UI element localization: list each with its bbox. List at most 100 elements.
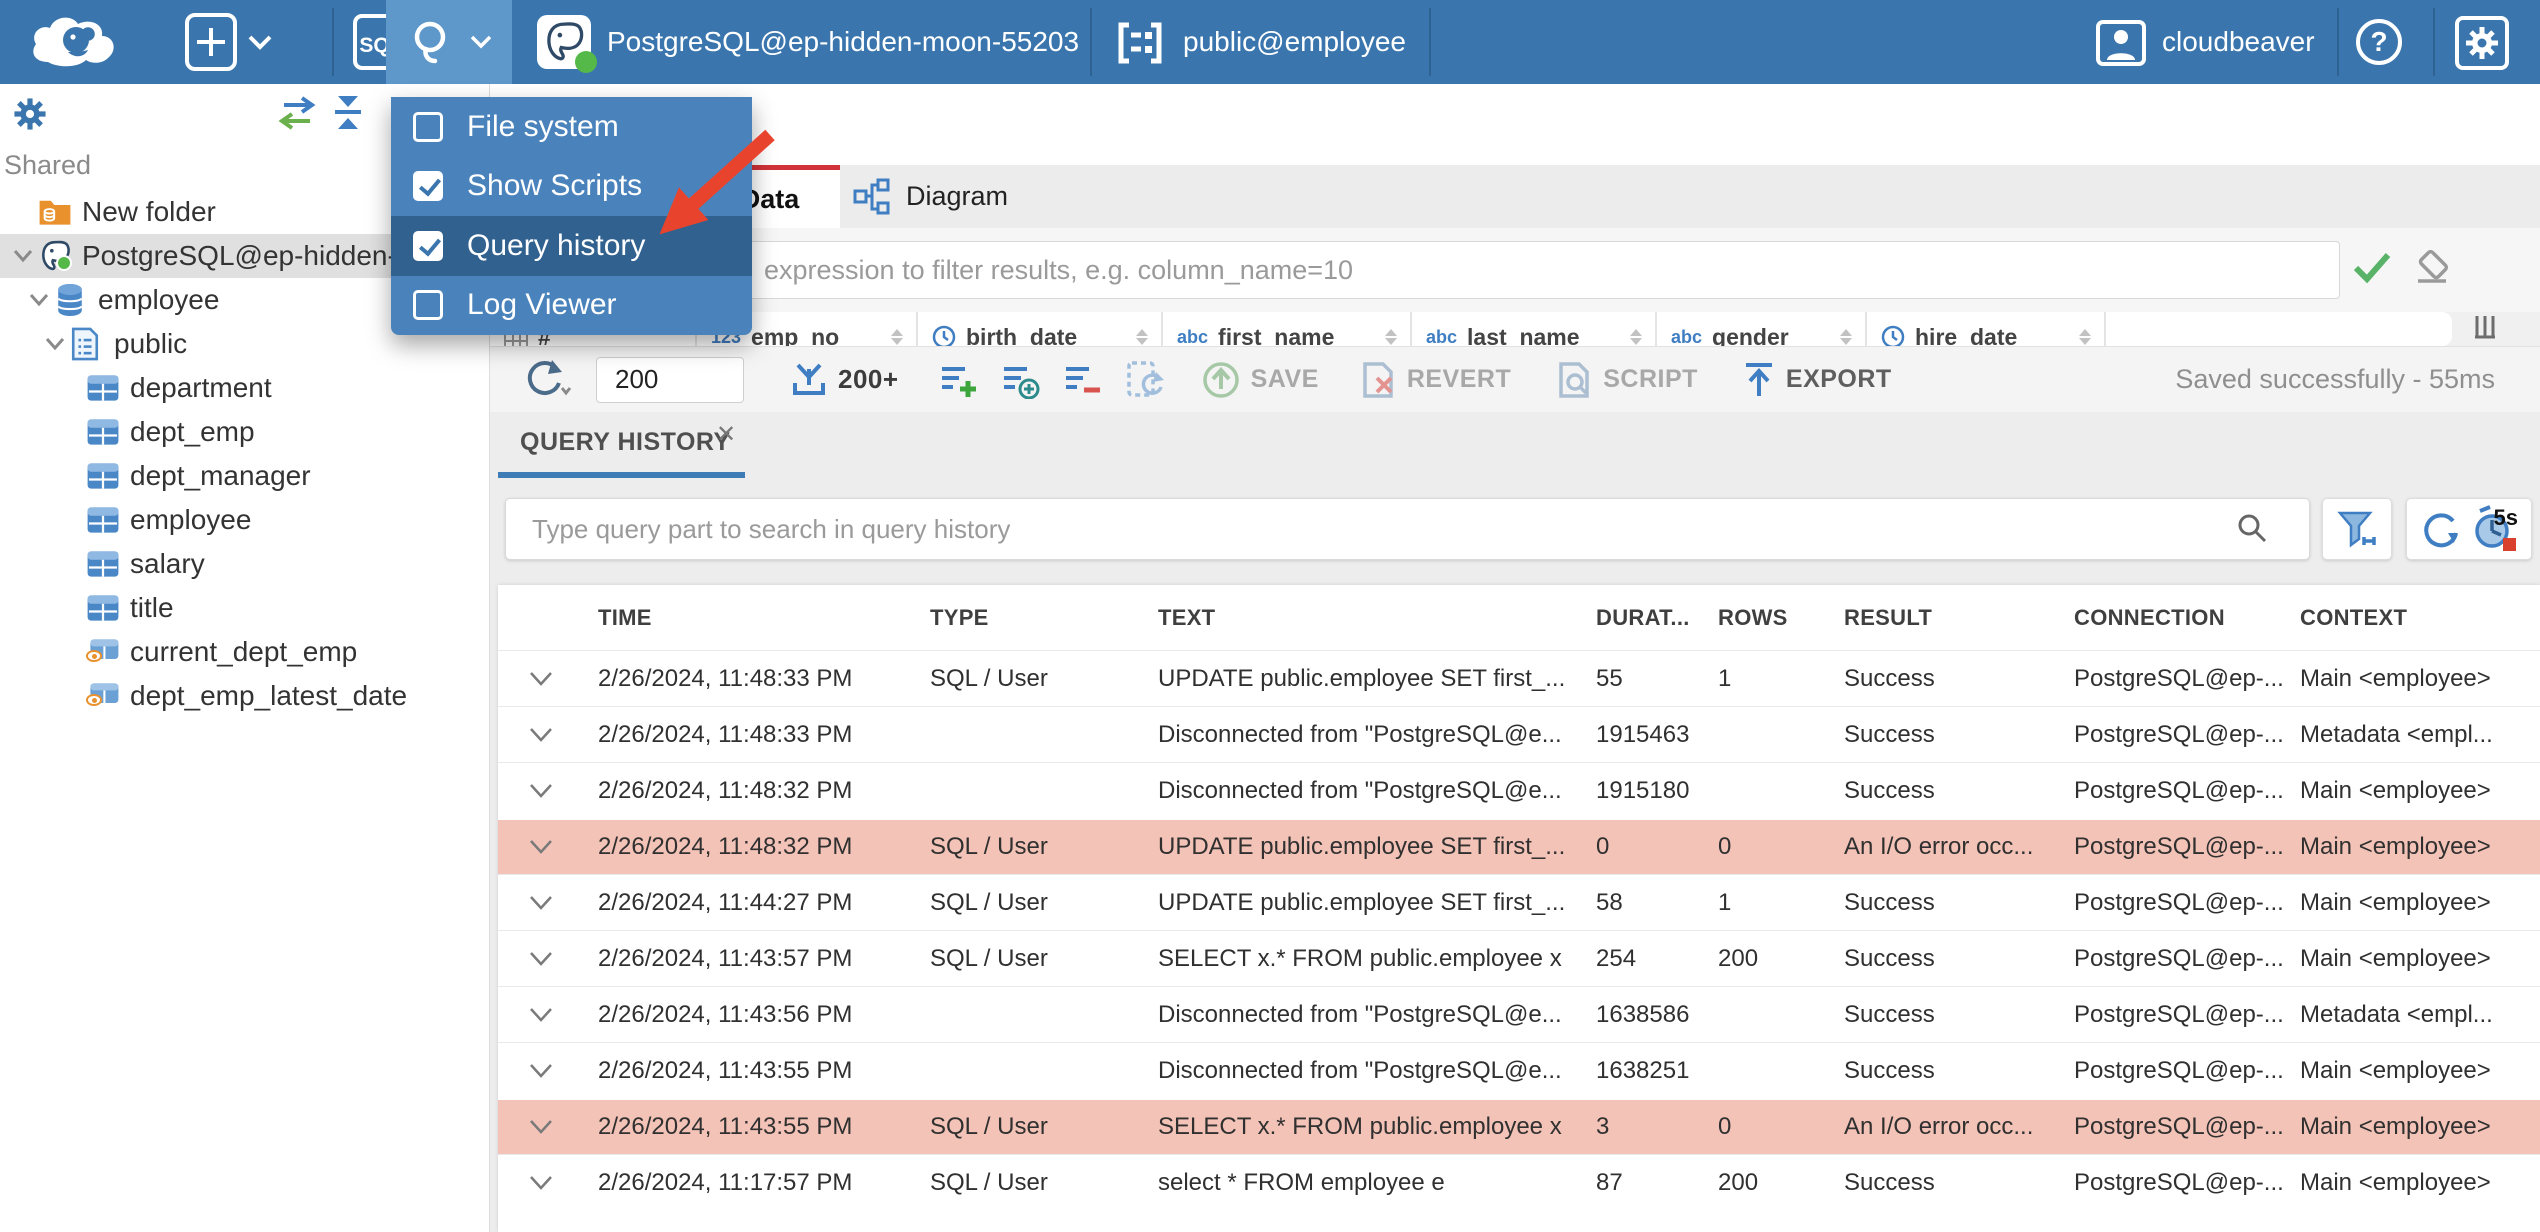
tools-menu-item-log-viewer[interactable]: Log Viewer [391,276,752,336]
chevron-down-icon[interactable] [56,645,86,659]
collapse-all-icon[interactable] [330,92,366,134]
settings-gear-icon[interactable] [2455,16,2509,70]
qh-column-header-text[interactable]: TEXT [1150,605,1588,631]
tree-item-dept-emp[interactable]: dept_emp [0,410,489,454]
sort-icon[interactable] [888,327,906,346]
auto-refresh-icon[interactable] [1125,360,1165,400]
tree-item-dept-emp-latest-date[interactable]: dept_emp_latest_date [0,674,489,718]
expand-chevron-icon[interactable] [498,671,590,687]
chevron-down-icon[interactable] [8,205,38,219]
query-history-row[interactable]: 2/26/2024, 11:48:32 PM SQL / User UPDATE p… [498,818,2540,874]
duplicate-row-icon[interactable] [1001,361,1041,399]
grid-column-header-hire_date[interactable]: hire_date [1867,312,2106,346]
schema-name[interactable]: public@employee [1183,0,1406,84]
qh-column-header-durat[interactable]: DURAT... [1588,605,1710,631]
query-history-search-input[interactable] [505,498,2310,560]
sort-icon[interactable] [2076,327,2094,346]
tree-item-current-dept-emp[interactable]: current_dept_emp [0,630,489,674]
tools-menu-item-show-scripts[interactable]: Show Scripts [391,157,752,217]
checkbox-icon[interactable] [413,171,443,202]
checkbox-icon[interactable] [413,111,443,142]
expand-chevron-icon[interactable] [498,895,590,911]
delete-row-icon[interactable] [1063,361,1103,399]
query-history-row[interactable]: 2/26/2024, 11:48:32 PM Disconnected from … [498,762,2540,818]
qh-column-header-time[interactable]: TIME [590,605,922,631]
chevron-down-icon[interactable] [40,337,70,351]
chevron-down-icon[interactable] [56,689,86,703]
qh-column-header-type[interactable]: TYPE [922,605,1150,631]
expand-chevron-icon[interactable] [498,1007,590,1023]
chevron-down-icon[interactable] [56,425,86,439]
qh-column-header-connection[interactable]: CONNECTION [2066,605,2292,631]
chevron-down-icon[interactable] [56,557,86,571]
query-history-row[interactable]: 2/26/2024, 11:44:27 PM SQL / User UPDATE p… [498,874,2540,930]
tools-menu-item-query-history[interactable]: Query history [391,216,752,276]
help-icon[interactable]: ? [2354,17,2404,67]
query-history-row[interactable]: 2/26/2024, 11:17:57 PM SQL / User select *… [498,1154,2540,1210]
tools-menu-item-file-system[interactable]: File system [391,97,752,157]
expand-chevron-icon[interactable] [498,1063,590,1079]
tree-item-dept-manager[interactable]: dept_manager [0,454,489,498]
chevron-down-icon[interactable] [56,469,86,483]
checkbox-icon[interactable] [413,290,443,321]
chevron-down-icon[interactable] [56,513,86,527]
grid-column-header-last_name[interactable]: abc last_name [1412,312,1657,346]
clear-filter-eraser-icon[interactable] [2412,250,2452,286]
expand-chevron-icon[interactable] [498,839,590,855]
tree-item-employee[interactable]: employee [0,498,489,542]
sort-icon[interactable] [1133,327,1151,346]
grid-columns-icon[interactable] [2472,314,2498,346]
grid-column-header-gender[interactable]: abc gender [1657,312,1867,346]
expand-chevron-icon[interactable] [498,783,590,799]
sort-icon[interactable] [1382,327,1400,346]
expand-chevron-icon[interactable] [498,1175,590,1191]
expand-chevron-icon[interactable] [498,951,590,967]
add-row-icon[interactable] [939,361,979,399]
sort-icon[interactable] [1627,327,1645,346]
filter-expression-input[interactable] [498,241,2340,299]
query-history-row[interactable]: 2/26/2024, 11:43:56 PM Disconnected from … [498,986,2540,1042]
query-history-refresh-button[interactable]: 5s [2406,498,2532,560]
query-history-row[interactable]: 2/26/2024, 11:43:55 PM SQL / User SELECT x… [498,1098,2540,1154]
sidebar-settings-gear-icon[interactable] [10,94,50,134]
tree-item-title[interactable]: title [0,586,489,630]
refresh-icon[interactable] [520,358,572,402]
grid-column-header-first_name[interactable]: abc first_name [1163,312,1412,346]
user-name[interactable]: cloudbeaver [2162,0,2315,84]
tab-diagram[interactable]: Diagram [840,165,1060,228]
chevron-down-icon[interactable] [24,293,54,307]
revert-button[interactable]: REVERT [1359,360,1511,400]
sync-connections-icon[interactable] [276,96,318,130]
connection-name[interactable]: PostgreSQL@ep-hidden-moon-55203 [607,0,1079,84]
row-limit-input[interactable] [596,356,744,403]
expand-chevron-icon[interactable] [498,1119,590,1135]
sort-icon[interactable] [1837,327,1855,346]
chevron-down-icon[interactable] [8,249,38,263]
grid-column-header-birth_date[interactable]: birth_date [918,312,1163,346]
expand-chevron-icon[interactable] [498,727,590,743]
user-icon[interactable] [2096,20,2146,66]
tools-menu-button[interactable] [386,0,512,84]
export-button[interactable]: EXPORT [1742,360,1892,400]
query-history-row[interactable]: 2/26/2024, 11:43:55 PM Disconnected from … [498,1042,2540,1098]
save-button[interactable]: SAVE [1201,360,1319,400]
checkbox-icon[interactable] [413,230,443,261]
tree-item-label: department [130,372,272,403]
apply-filter-check-icon[interactable] [2352,250,2392,284]
new-connection-button[interactable] [184,13,280,71]
fetch-more-button[interactable]: 200+ [790,361,899,399]
chevron-down-icon[interactable] [56,381,86,395]
query-history-tab[interactable]: QUERY HISTORY ✕ [498,412,745,478]
tree-item-department[interactable]: department [0,366,489,410]
qh-column-header-context[interactable]: CONTEXT [2292,605,2540,631]
query-history-row[interactable]: 2/26/2024, 11:48:33 PM Disconnected from … [498,706,2540,762]
script-button[interactable]: SCRIPT [1555,360,1698,400]
close-icon[interactable]: ✕ [716,420,736,449]
chevron-down-icon[interactable] [56,601,86,615]
query-history-filter-button[interactable] [2322,498,2392,560]
qh-column-header-rows[interactable]: ROWS [1710,605,1836,631]
query-history-row[interactable]: 2/26/2024, 11:48:33 PM SQL / User UPDATE p… [498,650,2540,706]
qh-column-header-result[interactable]: RESULT [1836,605,2066,631]
tree-item-salary[interactable]: salary [0,542,489,586]
query-history-row[interactable]: 2/26/2024, 11:43:57 PM SQL / User SELECT x… [498,930,2540,986]
